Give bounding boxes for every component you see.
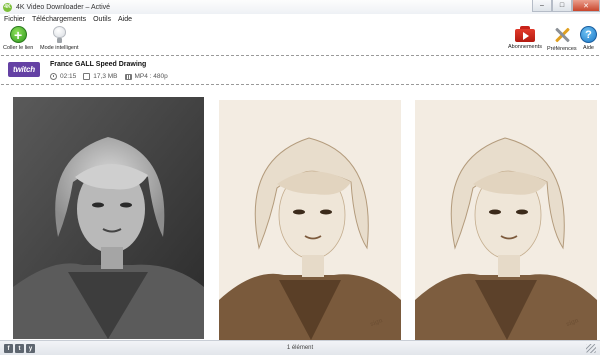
download-item[interactable]: twitch France GALL Speed Drawing 02:15 1… bbox=[1, 55, 599, 85]
smart-mode-button[interactable]: Mode intelligent bbox=[40, 26, 79, 51]
help-label: Aide bbox=[582, 45, 594, 51]
video-format: MP4 : 480p bbox=[134, 73, 168, 80]
menu-fichier[interactable]: Fichier bbox=[4, 16, 25, 23]
subscriptions-icon bbox=[514, 26, 535, 42]
menu-outils[interactable]: Outils bbox=[93, 16, 111, 23]
paste-link-label: Coller le lien bbox=[3, 45, 34, 51]
preferences-button[interactable]: Préférences bbox=[547, 26, 577, 52]
window-title: 4K Video Downloader – Activé bbox=[16, 3, 111, 11]
lightbulb-icon bbox=[52, 26, 66, 43]
help-icon: ? bbox=[580, 26, 597, 43]
toolbar: + Coller le lien Mode intelligent Abonne… bbox=[0, 24, 600, 55]
menu-aide[interactable]: Aide bbox=[118, 16, 132, 23]
subscriptions-button[interactable]: Abonnements bbox=[508, 26, 542, 50]
minimize-button[interactable]: – bbox=[532, 0, 552, 12]
video-preview-area: sign sign bbox=[0, 86, 600, 340]
help-button[interactable]: ? Aide bbox=[580, 26, 597, 51]
preview-drawing-2: sign bbox=[219, 100, 401, 340]
status-bar: f t y 1 élément bbox=[0, 340, 600, 355]
plus-icon: + bbox=[9, 26, 27, 43]
preview-drawing-3: sign bbox=[415, 100, 597, 340]
resize-grip-icon[interactable] bbox=[586, 344, 596, 353]
file-size: 17,3 MB bbox=[93, 73, 118, 80]
window-controls: – □ ✕ bbox=[532, 0, 600, 12]
tools-icon bbox=[553, 26, 571, 44]
smart-mode-label: Mode intelligent bbox=[40, 45, 79, 51]
title-bar: 4K 4K Video Downloader – Activé – □ ✕ bbox=[0, 0, 600, 14]
paste-link-button[interactable]: + Coller le lien bbox=[3, 26, 33, 51]
close-button[interactable]: ✕ bbox=[572, 0, 600, 12]
menu-telechargements[interactable]: Téléchargements bbox=[32, 16, 86, 23]
preview-photo-1 bbox=[13, 97, 204, 339]
video-title: France GALL Speed Drawing bbox=[50, 61, 147, 68]
menu-bar: Fichier Téléchargements Outils Aide bbox=[0, 14, 600, 24]
duration: 02:15 bbox=[60, 73, 77, 80]
disk-icon bbox=[83, 73, 91, 80]
app-logo-icon: 4K bbox=[3, 2, 12, 12]
item-count: 1 élément bbox=[286, 345, 314, 351]
clock-icon bbox=[50, 73, 57, 80]
preferences-label: Préférences bbox=[547, 46, 577, 52]
subscriptions-label: Abonnements bbox=[508, 44, 542, 50]
twitch-thumbnail: twitch bbox=[8, 62, 40, 77]
video-meta: 02:15 17,3 MB MP4 : 480p bbox=[50, 73, 175, 80]
maximize-button[interactable]: □ bbox=[552, 0, 572, 12]
film-icon bbox=[124, 73, 132, 80]
